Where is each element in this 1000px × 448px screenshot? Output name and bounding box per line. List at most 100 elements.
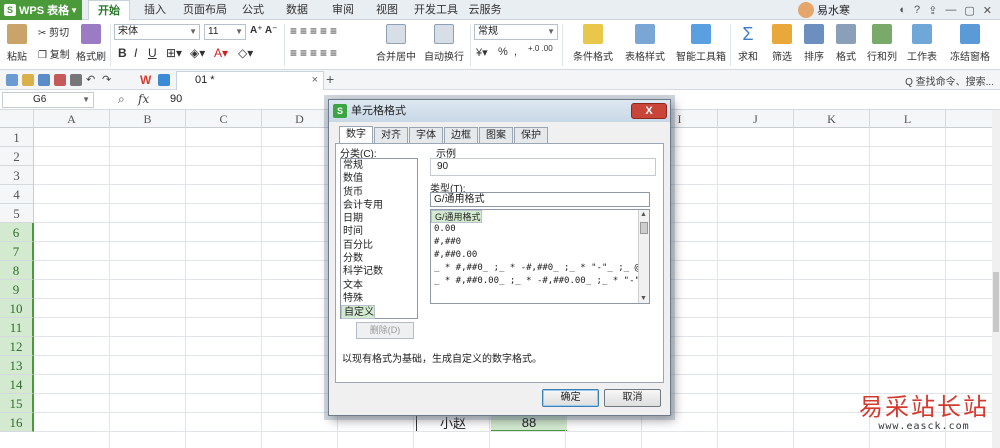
number-format-select[interactable]: 常规 ▼ bbox=[474, 24, 558, 40]
currency-icon[interactable]: ¥▾ bbox=[476, 46, 488, 59]
smart-toolbox-button[interactable]: 智能工具箱 bbox=[676, 22, 726, 63]
border-icon[interactable]: ⊞▾ bbox=[166, 46, 182, 60]
save-icon[interactable] bbox=[38, 74, 50, 86]
row-header[interactable]: 12 bbox=[0, 337, 34, 356]
tab-page-layout[interactable]: 页面布局 bbox=[180, 0, 230, 20]
print-icon[interactable] bbox=[70, 74, 82, 86]
format-painter-button[interactable]: 格式刷 bbox=[76, 22, 106, 63]
type-input[interactable]: G/通用格式 bbox=[430, 192, 650, 207]
row-header[interactable]: 13 bbox=[0, 356, 34, 375]
bold-button[interactable]: B bbox=[118, 46, 127, 60]
document-tab[interactable]: 01 * × bbox=[176, 71, 324, 90]
category-item[interactable]: 日期 bbox=[341, 212, 417, 225]
column-header[interactable]: A bbox=[34, 110, 110, 128]
scrollbar-thumb[interactable] bbox=[640, 222, 648, 234]
tab-border[interactable]: 边框 bbox=[444, 127, 478, 143]
type-item[interactable]: 0.00 bbox=[431, 223, 649, 236]
column-header[interactable]: B bbox=[110, 110, 186, 128]
type-item[interactable]: _ * #,##0.00_ ;_ * -#,##0.00_ ;_ * "-"??… bbox=[431, 275, 649, 288]
merge-center-button[interactable]: 合并居中 bbox=[370, 22, 422, 63]
paste-button[interactable]: 粘贴 bbox=[4, 22, 30, 63]
row-header[interactable]: 6 bbox=[0, 223, 34, 242]
tab-review[interactable]: 审阅 bbox=[328, 0, 358, 20]
row-header[interactable]: 5 bbox=[0, 204, 34, 223]
sort-button[interactable]: 排序 bbox=[800, 22, 828, 63]
user-account[interactable]: 易水寒 bbox=[798, 2, 850, 18]
scroll-down-icon[interactable]: ▼ bbox=[640, 295, 647, 302]
dialog-title-bar[interactable]: S 单元格格式 X bbox=[329, 100, 670, 122]
row-header[interactable]: 1 bbox=[0, 128, 34, 147]
share-icon[interactable]: ⇪ bbox=[928, 4, 937, 17]
fx-icon[interactable]: fx bbox=[138, 92, 149, 106]
category-item[interactable]: 科学记数 bbox=[341, 265, 417, 278]
row-header[interactable]: 7 bbox=[0, 242, 34, 261]
cell-g16[interactable]: 88 bbox=[491, 414, 567, 432]
row-header[interactable]: 9 bbox=[0, 280, 34, 299]
new-icon[interactable] bbox=[6, 74, 18, 86]
category-item[interactable]: 货币 bbox=[341, 186, 417, 199]
zoom-icon[interactable]: ⌕ bbox=[118, 92, 125, 107]
category-item[interactable]: 常规 bbox=[341, 159, 417, 172]
redo-icon[interactable]: ↷ bbox=[102, 74, 114, 86]
export-pdf-icon[interactable] bbox=[54, 74, 66, 86]
format-button[interactable]: 格式 bbox=[832, 22, 860, 63]
rows-cols-button[interactable]: 行和列 bbox=[864, 22, 900, 63]
row-header[interactable]: 3 bbox=[0, 166, 34, 185]
freeze-panes-button[interactable]: 冻结窗格 bbox=[946, 22, 994, 63]
column-header[interactable]: J bbox=[718, 110, 794, 128]
italic-button[interactable]: I bbox=[134, 46, 137, 60]
row-header[interactable]: 14 bbox=[0, 375, 34, 394]
tab-developer[interactable]: 开发工具 bbox=[414, 0, 458, 20]
name-box[interactable]: G6 ▼ bbox=[2, 92, 94, 108]
type-item-selected[interactable]: G/通用格式 bbox=[431, 210, 482, 223]
dialog-close-button[interactable]: X bbox=[631, 103, 667, 119]
tab-formulas[interactable]: 公式 bbox=[238, 0, 268, 20]
column-header[interactable]: K bbox=[794, 110, 870, 128]
row-header[interactable]: 11 bbox=[0, 318, 34, 337]
cut-button[interactable]: ✂ 剪切 bbox=[38, 24, 69, 39]
column-header[interactable]: L bbox=[870, 110, 946, 128]
copy-button[interactable]: ❐ 复制 bbox=[38, 46, 70, 61]
restore-icon[interactable]: ▢ bbox=[964, 4, 974, 17]
category-item[interactable]: 分数 bbox=[341, 252, 417, 265]
tab-alignment[interactable]: 对齐 bbox=[374, 127, 408, 143]
tab-pattern[interactable]: 图案 bbox=[479, 127, 513, 143]
tab-insert[interactable]: 插入 bbox=[140, 0, 170, 20]
sum-button[interactable]: Σ 求和 bbox=[734, 22, 762, 63]
wrap-text-button[interactable]: 自动换行 bbox=[424, 22, 464, 63]
close-icon[interactable]: × bbox=[312, 72, 318, 89]
underline-button[interactable]: U bbox=[148, 46, 157, 60]
font-size-select[interactable]: 11 ▼ bbox=[204, 24, 246, 40]
add-tab-icon[interactable]: + bbox=[326, 71, 334, 87]
conditional-format-button[interactable]: 条件格式 bbox=[568, 22, 618, 63]
formula-input[interactable]: 90 bbox=[170, 93, 182, 105]
tab-view[interactable]: 视图 bbox=[372, 0, 402, 20]
worksheet-button[interactable]: 工作表 bbox=[904, 22, 940, 63]
category-item[interactable]: 特殊 bbox=[341, 292, 417, 305]
row-header[interactable]: 4 bbox=[0, 185, 34, 204]
close-icon[interactable]: ✕ bbox=[983, 4, 992, 17]
clear-format-icon[interactable]: ◇▾ bbox=[238, 46, 253, 60]
scrollbar-thumb[interactable] bbox=[993, 272, 999, 332]
column-header[interactable]: C bbox=[186, 110, 262, 128]
category-list[interactable]: 常规 数值 货币 会计专用 日期 时间 百分比 分数 科学记数 文本 特殊 自定… bbox=[340, 158, 418, 319]
ok-button[interactable]: 确定 bbox=[542, 389, 599, 407]
search-input[interactable]: Q 查找命令、搜索... bbox=[905, 73, 994, 88]
tab-font[interactable]: 字体 bbox=[409, 127, 443, 143]
decimal-buttons[interactable]: +.0 .00 bbox=[528, 44, 553, 53]
row-header[interactable]: 2 bbox=[0, 147, 34, 166]
vertical-align-icons[interactable]: ≡≡≡≡≡ bbox=[290, 24, 340, 38]
grow-font-button[interactable]: A⁺ A⁻ bbox=[250, 25, 277, 36]
type-item[interactable]: _ * #,##0_ ;_ * -#,##0_ ;_ * "-"_ ;_ @_ bbox=[431, 262, 649, 275]
filter-button[interactable]: 筛选 bbox=[768, 22, 796, 63]
tab-home[interactable]: 开始 bbox=[88, 0, 130, 21]
row-header[interactable]: 8 bbox=[0, 261, 34, 280]
type-list-scrollbar[interactable]: ▲ ▼ bbox=[638, 210, 649, 303]
tab-cloud[interactable]: 云服务 bbox=[466, 0, 504, 20]
scroll-up-icon[interactable]: ▲ bbox=[640, 211, 647, 218]
percent-button[interactable]: % bbox=[498, 46, 508, 58]
type-list[interactable]: G/通用格式 0 0.00 #,##0 #,##0.00 _ * #,##0_ … bbox=[430, 209, 650, 304]
row-header[interactable]: 16 bbox=[0, 413, 34, 432]
open-icon[interactable] bbox=[22, 74, 34, 86]
minimize-icon[interactable]: — bbox=[945, 4, 956, 16]
